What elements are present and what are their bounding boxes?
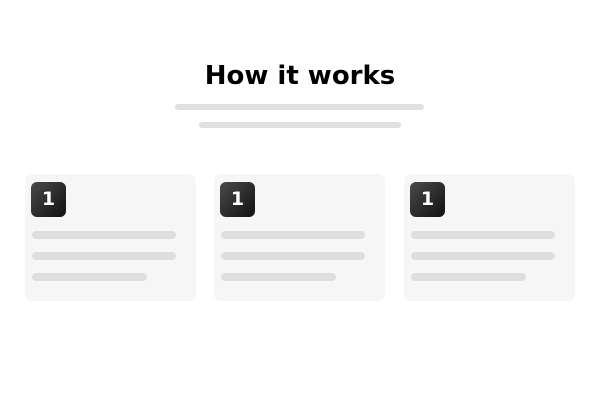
text-placeholder-line [221, 231, 365, 239]
text-placeholder-line [221, 273, 336, 281]
text-placeholder-line [32, 273, 147, 281]
text-placeholder-line [411, 273, 526, 281]
section-title: How it works [204, 61, 396, 91]
step-number-badge: 1 [410, 182, 445, 217]
section-header: How it works [0, 0, 600, 140]
text-placeholder-line [411, 252, 555, 260]
step-number-badge: 1 [220, 182, 255, 217]
step-card: 1 [404, 174, 575, 301]
step-card: 1 [214, 174, 385, 301]
text-placeholder-line [221, 252, 365, 260]
text-placeholder-line [32, 252, 176, 260]
text-placeholder-line [32, 231, 176, 239]
text-placeholder-line [411, 231, 555, 239]
step-number-badge: 1 [31, 182, 66, 217]
page: How it works 1 1 1 [0, 0, 600, 400]
subtitle-placeholder-line [175, 104, 424, 110]
step-card: 1 [25, 174, 196, 301]
subtitle-placeholder-line [199, 122, 401, 128]
